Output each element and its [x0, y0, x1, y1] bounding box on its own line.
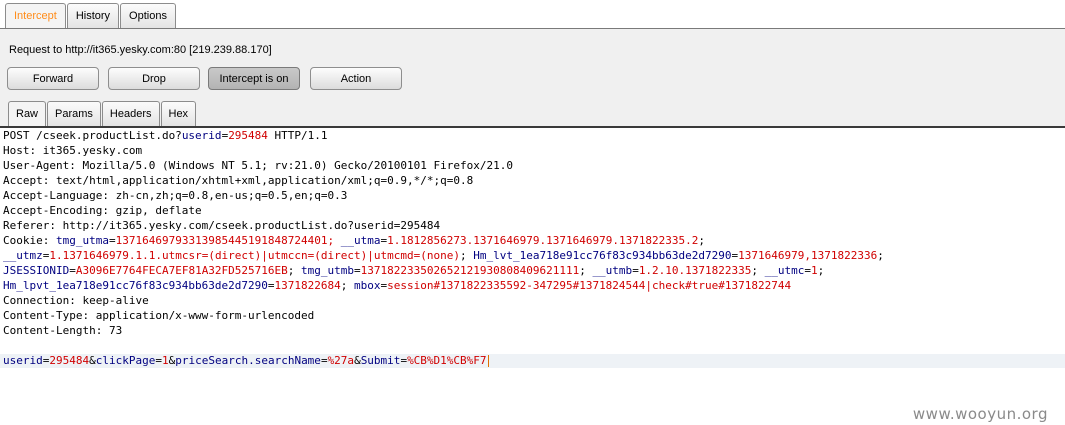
raw-request-editor[interactable]: POST /cseek.productList.do?userid=295484… [0, 128, 1065, 425]
tab-hex[interactable]: Hex [160, 101, 197, 126]
tab-intercept[interactable]: Intercept [5, 3, 66, 28]
tab-history[interactable]: History [66, 3, 120, 28]
header-content-length: Content-Length: 73 [3, 324, 123, 337]
tab-raw[interactable]: Raw [8, 101, 47, 126]
tab-headers[interactable]: Headers [101, 101, 160, 126]
tab-options[interactable]: Options [120, 3, 176, 28]
cookie-continuation: JSESSIONID=A3096E7764FECA7EF81A32FD52571… [3, 264, 825, 277]
header-host: Host: it365.yesky.com [3, 144, 143, 157]
cookie-continuation: __utmz=1.1371646979.1.1.utmcsr=(direct)|… [3, 249, 884, 262]
action-button[interactable]: Action [310, 67, 402, 90]
intercept-toggle-button[interactable]: Intercept is on [208, 67, 300, 90]
cookie-continuation: Hm_lpvt_1ea718e91cc76f83c934bb63de2d7290… [3, 279, 792, 292]
watermark: www.wooyun.org [912, 405, 1048, 423]
text-caret [487, 355, 489, 367]
forward-button[interactable]: Forward [7, 67, 99, 90]
header-connection: Connection: keep-alive [3, 294, 149, 307]
header-accept: Accept: text/html,application/xhtml+xml,… [3, 174, 474, 187]
message-view-tabs: Raw Params Headers Hex [8, 101, 197, 126]
header-accept-language: Accept-Language: zh-cn,zh;q=0.8,en-us;q=… [3, 189, 348, 202]
request-target-label: Request to http://it365.yesky.com:80 [21… [9, 44, 272, 56]
header-user-agent: User-Agent: Mozilla/5.0 (Windows NT 5.1;… [3, 159, 513, 172]
header-content-type: Content-Type: application/x-www-form-url… [3, 309, 315, 322]
drop-button[interactable]: Drop [108, 67, 200, 90]
request-line: POST /cseek.productList.do?userid=295484… [3, 129, 328, 142]
request-body: userid=295484&clickPage=1&priceSearch.se… [3, 354, 489, 367]
header-cookie: Cookie: tmg_utma=13716469793313985445191… [3, 234, 706, 247]
header-accept-encoding: Accept-Encoding: gzip, deflate [3, 204, 202, 217]
tab-params[interactable]: Params [47, 101, 101, 126]
top-tab-bar: Intercept History Options [5, 3, 177, 28]
header-referer: Referer: http://it365.yesky.com/cseek.pr… [3, 219, 441, 232]
